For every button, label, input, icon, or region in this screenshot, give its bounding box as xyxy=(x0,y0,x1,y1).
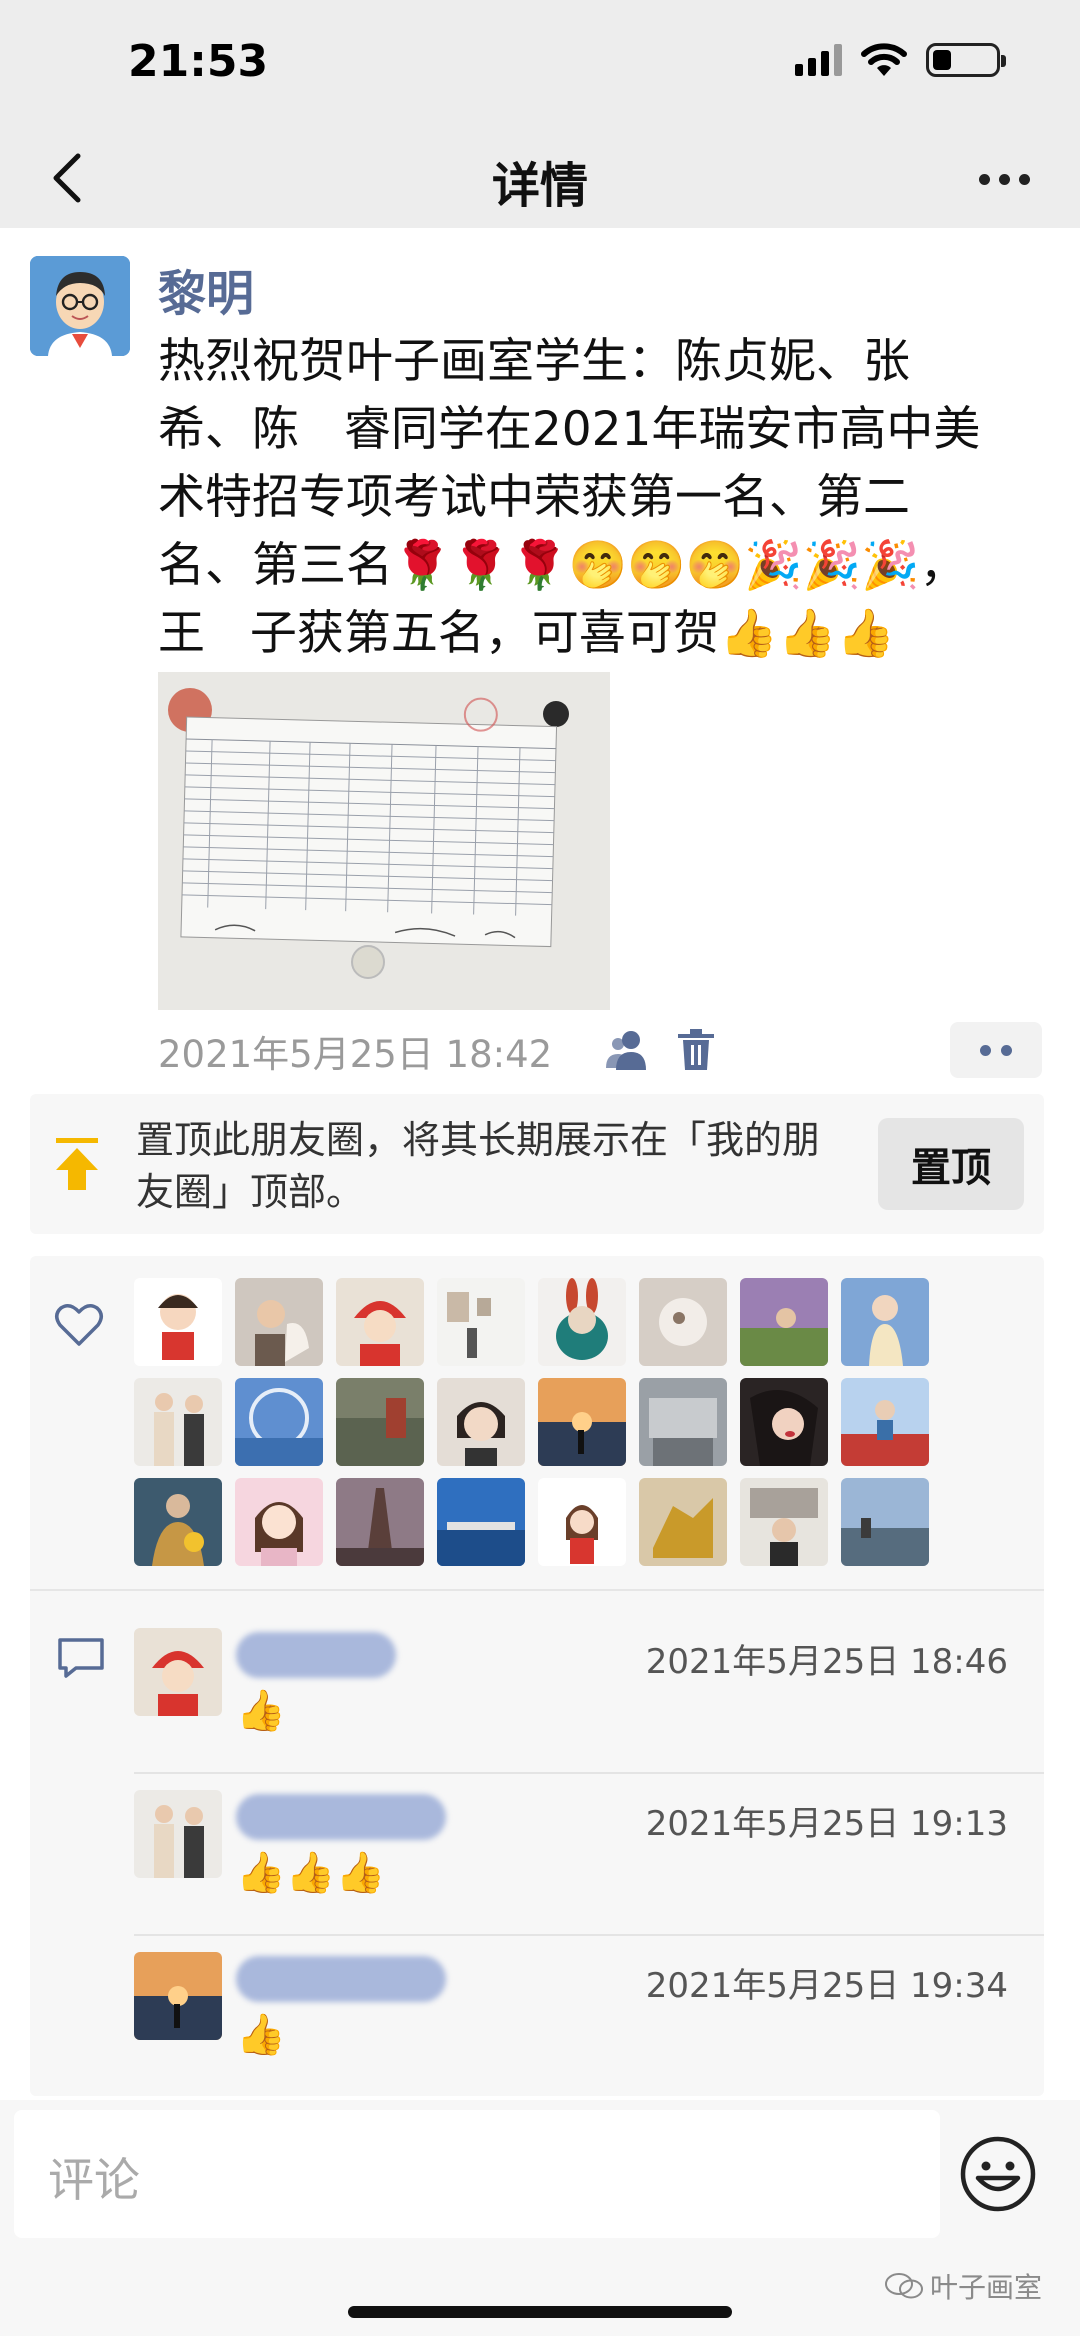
pin-button[interactable]: 置顶 xyxy=(878,1118,1024,1210)
comment-time: 2021年5月25日 18:46 xyxy=(645,1642,1008,1682)
pin-up-icon xyxy=(56,1138,98,1190)
commenter-name-redacted[interactable] xyxy=(236,1632,396,1678)
likes-comments-panel: 2021年5月25日 18:46 👍 2021年5月25日 19:13 👍👍👍 … xyxy=(30,1256,1044,2096)
liker-avatar[interactable] xyxy=(336,1378,424,1466)
status-time: 21:53 xyxy=(128,36,269,87)
heart-icon xyxy=(55,1304,103,1346)
watermark: 叶子画室 xyxy=(884,2266,1042,2306)
pin-banner: 置顶此朋友圈，将其长期展示在「我的朋友圈」顶部。 置顶 xyxy=(30,1094,1044,1234)
liker-avatar[interactable] xyxy=(538,1478,626,1566)
comment-divider xyxy=(134,1772,1044,1774)
comment-item[interactable]: 2021年5月25日 18:46 👍 xyxy=(134,1628,1030,1768)
emoji-icon[interactable] xyxy=(958,2134,1038,2214)
liker-avatar[interactable] xyxy=(841,1278,929,1366)
liker-avatar[interactable] xyxy=(538,1278,626,1366)
post-action-button[interactable] xyxy=(950,1022,1042,1078)
liker-avatar[interactable] xyxy=(437,1278,525,1366)
comment-text: 👍 xyxy=(236,2012,286,2058)
liker-avatar[interactable] xyxy=(235,1478,323,1566)
comment-item[interactable]: 2021年5月25日 19:34 👍 xyxy=(134,1952,1030,2092)
liker-avatar[interactable] xyxy=(841,1478,929,1566)
battery-icon xyxy=(926,43,1006,77)
more-icon xyxy=(978,173,990,185)
liker-avatar[interactable] xyxy=(235,1378,323,1466)
liker-avatar[interactable] xyxy=(235,1278,323,1366)
author-name[interactable]: 黎明 xyxy=(158,254,254,324)
watermark-text: 叶子画室 xyxy=(930,2271,1043,2304)
status-bar: 21:53 xyxy=(0,0,1080,128)
status-icons xyxy=(795,42,1006,78)
liker-avatar[interactable] xyxy=(134,1378,222,1466)
commenter-avatar[interactable] xyxy=(134,1952,222,2040)
liker-avatar[interactable] xyxy=(740,1378,828,1466)
author-avatar[interactable] xyxy=(30,256,130,356)
likes-divider xyxy=(30,1589,1044,1591)
post-time: 2021年5月25日 18:42 xyxy=(158,1033,553,1076)
comment-input[interactable]: 评论 xyxy=(14,2110,940,2238)
commenter-avatar[interactable] xyxy=(134,1628,222,1716)
liker-avatar[interactable] xyxy=(336,1478,424,1566)
liker-avatar[interactable] xyxy=(437,1478,525,1566)
post-photo[interactable] xyxy=(158,672,610,1010)
comment-text: 👍 xyxy=(236,1688,286,1734)
privacy-icon[interactable] xyxy=(604,1028,650,1072)
wifi-icon xyxy=(861,43,907,76)
liker-avatar[interactable] xyxy=(538,1378,626,1466)
comment-divider xyxy=(134,1934,1044,1936)
liker-avatar[interactable] xyxy=(841,1378,929,1466)
liker-avatar[interactable] xyxy=(639,1278,727,1366)
comment-time: 2021年5月25日 19:34 xyxy=(645,1966,1008,2006)
commenter-name-redacted[interactable] xyxy=(236,1956,446,2002)
liker-avatar[interactable] xyxy=(336,1278,424,1366)
pin-description: 置顶此朋友圈，将其长期展示在「我的朋友圈」顶部。 xyxy=(136,1118,821,1214)
home-indicator[interactable] xyxy=(348,2306,732,2318)
signal-icon xyxy=(795,44,842,76)
liker-avatar[interactable] xyxy=(639,1378,727,1466)
post-text: 热烈祝贺叶子画室学生：陈贞妮、张 希、陈 睿同学在2021年瑞安市高中美 术特招… xyxy=(158,334,981,661)
trash-icon[interactable] xyxy=(676,1028,716,1072)
page-title: 详情 xyxy=(491,158,588,214)
commenter-avatar[interactable] xyxy=(134,1790,222,1878)
likes-avatar-grid xyxy=(134,1278,929,1566)
liker-avatar[interactable] xyxy=(639,1478,727,1566)
comment-item[interactable]: 2021年5月25日 19:13 👍👍👍 xyxy=(134,1790,1030,1930)
nav-bar: 详情 xyxy=(0,128,1080,228)
liker-avatar[interactable] xyxy=(134,1278,222,1366)
liker-avatar[interactable] xyxy=(437,1378,525,1466)
wechat-icon xyxy=(885,2273,923,2299)
commenter-name-redacted[interactable] xyxy=(236,1794,446,1840)
more-button[interactable] xyxy=(964,154,1044,204)
comment-text: 👍👍👍 xyxy=(236,1850,386,1896)
liker-avatar[interactable] xyxy=(134,1478,222,1566)
liker-avatar[interactable] xyxy=(740,1478,828,1566)
comment-icon xyxy=(58,1638,104,1678)
comment-time: 2021年5月25日 19:13 xyxy=(645,1804,1008,1844)
liker-avatar[interactable] xyxy=(740,1278,828,1366)
